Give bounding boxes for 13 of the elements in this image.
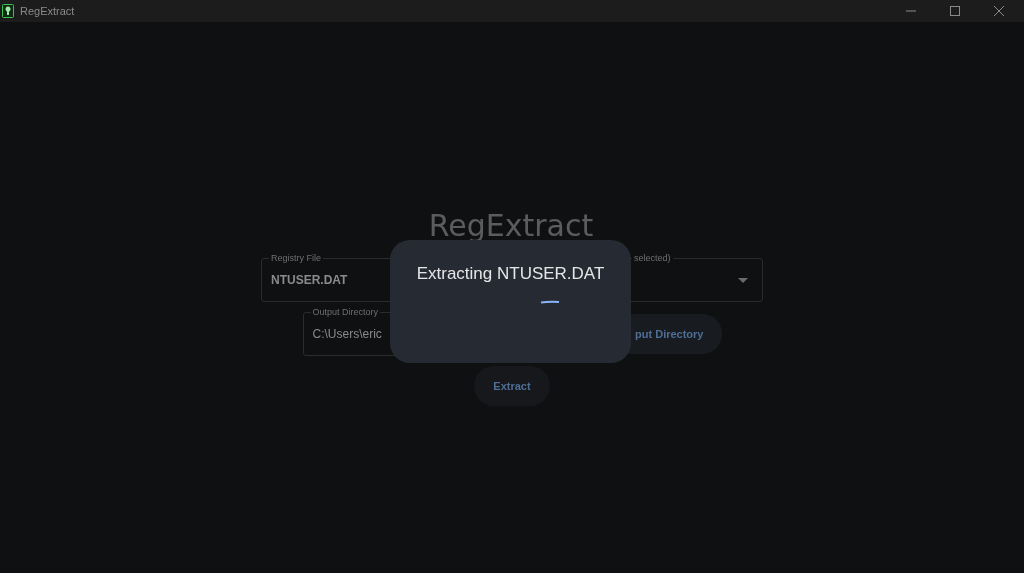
window-title: RegExtract (20, 5, 75, 17)
close-icon[interactable] (994, 6, 1004, 16)
app-icon (2, 4, 14, 18)
field-label: Output Directory (310, 306, 381, 318)
app-heading: RegExtract (428, 208, 594, 244)
field-label: selected) (632, 252, 673, 264)
extract-button[interactable]: Extract (474, 366, 550, 406)
field-value: NTUSER.DAT (271, 273, 348, 287)
maximize-icon[interactable] (950, 6, 960, 16)
field-value: C:\Users\eric (312, 327, 382, 341)
field-label: Registry File (269, 252, 323, 264)
spinner-icon (539, 300, 560, 304)
caret-icon (738, 277, 748, 283)
